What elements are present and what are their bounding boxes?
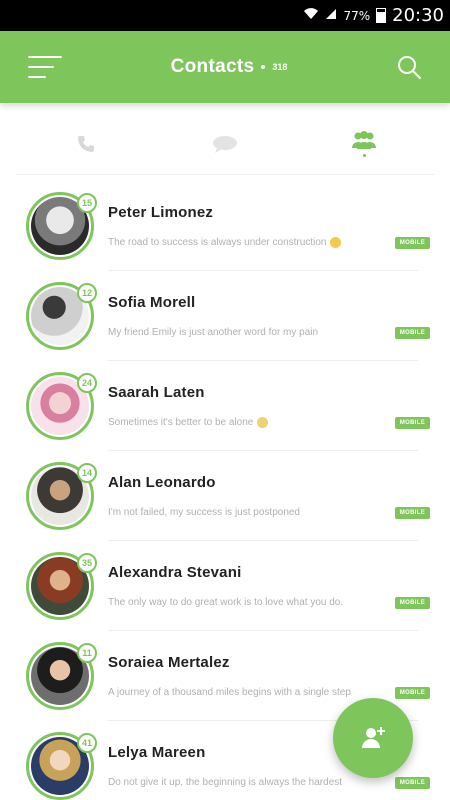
avatar: 15 [26,192,97,260]
notification-badge: 14 [77,463,97,483]
app-header: Contacts 318 [0,31,450,103]
avatar: 14 [26,462,97,530]
contact-status: I'm not failed, my success is just postp… [108,507,300,518]
group-icon [352,131,377,149]
notification-badge: 11 [77,643,97,663]
contact-item[interactable]: 15 Peter Limonez The road to success is … [16,181,434,271]
contact-status: The only way to do great work is to love… [108,597,344,608]
notification-badge: 41 [77,733,97,753]
tab-contacts[interactable] [334,124,394,164]
menu-icon[interactable] [28,56,62,78]
contact-status: Do not give it up, the beginning is alwa… [108,777,343,788]
contact-status: A journey of a thousand miles begins wit… [108,687,351,698]
status-bar: 77% 20:30 [0,0,450,31]
notification-badge: 15 [77,193,97,213]
add-person-icon [362,727,385,748]
title-separator-dot [261,65,266,69]
notification-badge: 12 [77,283,97,303]
battery-percentage: 77% [343,8,371,23]
contact-name: Alexandra Stevani [108,563,242,581]
notification-badge: 35 [77,553,97,573]
avatar: 35 [26,552,97,620]
add-contact-button[interactable] [333,698,413,778]
contact-name: Peter Limonez [108,203,214,221]
contact-item[interactable]: 35 Alexandra Stevani The only way to do … [16,541,434,631]
mobile-badge: MOBILE [394,326,430,339]
search-icon[interactable] [396,54,422,80]
contact-name: Sofia Morell [108,293,196,311]
signal-icon [325,8,337,24]
contact-name: Saarah Laten [108,383,205,401]
avatar: 41 [26,732,97,800]
page-title: Contacts [170,56,255,77]
tab-bar [16,113,434,175]
contact-item[interactable]: 14 Alan Leonardo I'm not failed, my succ… [16,451,434,541]
mobile-badge: MOBILE [394,236,430,249]
mobile-badge: MOBILE [394,596,430,609]
phone-icon [77,135,94,152]
tab-messages[interactable] [195,124,255,164]
contact-name: Alan Leonardo [108,473,216,491]
contact-name: Soraiea Mertalez [108,653,230,671]
mobile-badge: MOBILE [394,506,430,519]
clock: 20:30 [392,5,444,26]
mobile-badge: MOBILE [394,416,430,429]
header-title-group: Contacts 318 [171,56,288,78]
avatar: 24 [26,372,97,440]
contact-status: The road to success is always under cons… [108,237,327,249]
battery-icon [376,8,387,23]
contact-count: 318 [272,62,288,72]
contact-item[interactable]: 24 Saarah Laten Sometimes it's better to… [16,361,434,451]
active-tab-indicator [362,154,366,157]
contact-status: Sometimes it's better to be alone [108,417,254,429]
chat-icon [212,135,237,153]
sad-emoji-icon [257,416,269,428]
avatar: 12 [26,282,97,350]
tab-calls[interactable] [56,124,116,164]
wifi-icon [303,7,319,24]
smile-emoji-icon [330,236,342,248]
avatar: 11 [26,642,97,710]
notification-badge: 24 [77,373,97,393]
contact-status: My friend Emily is just another word for… [108,327,319,338]
contact-item[interactable]: 12 Sofia Morell My friend Emily is just … [16,271,434,361]
mobile-badge: MOBILE [394,686,430,699]
mobile-badge: MOBILE [394,776,430,789]
